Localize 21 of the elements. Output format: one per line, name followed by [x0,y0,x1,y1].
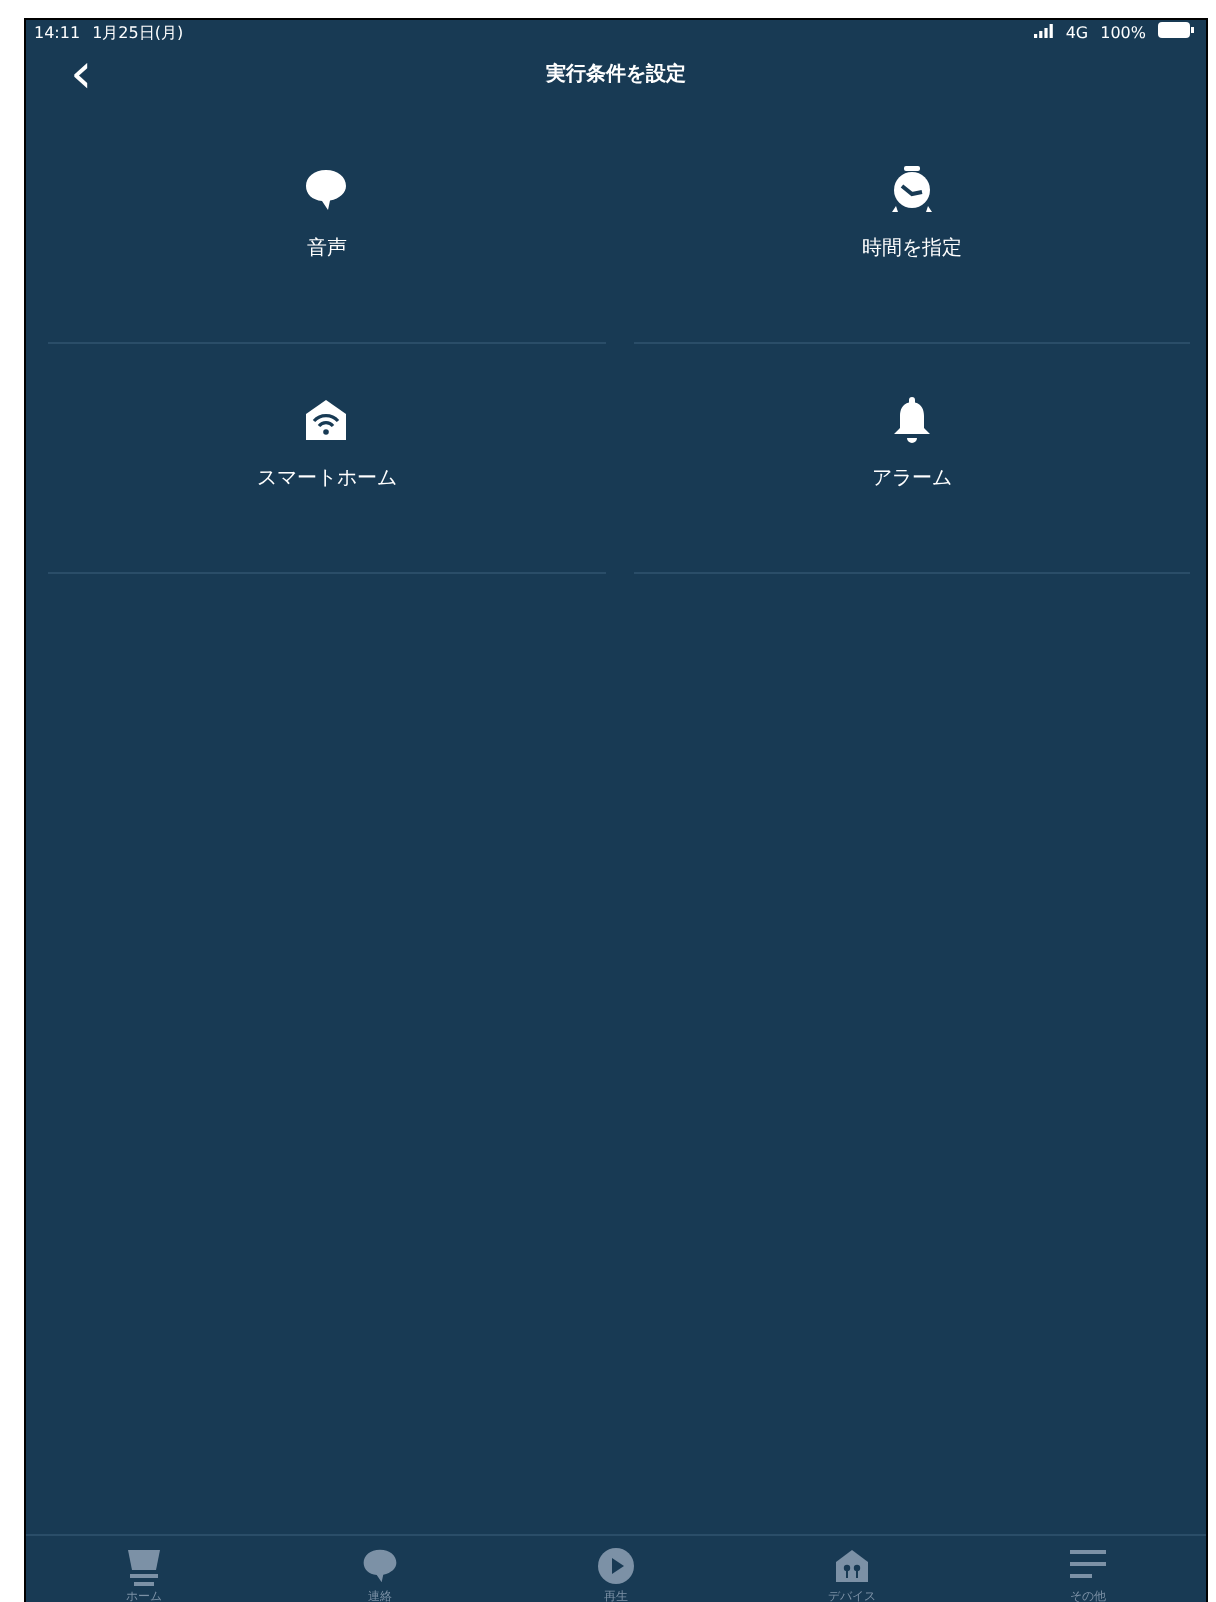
speech-bubble-icon [304,166,349,214]
trigger-option[interactable]: スマートホーム [48,344,605,574]
status-date: 1月25日(月) [92,21,184,43]
network-type: 4G [1065,23,1089,41]
signal-icon [1033,23,1054,37]
speaker-icon [126,1548,162,1588]
trigger-option[interactable]: 音声 [48,114,605,344]
alarm-clock-icon [889,166,934,214]
page-title: 実行条件を設定 [544,60,688,88]
battery-icon [1158,22,1194,38]
speech-bubble-icon [362,1548,398,1584]
trigger-option[interactable]: アラーム [633,344,1190,574]
trigger-option[interactable]: 時間を指定 [633,114,1190,344]
back-button[interactable]: ‹ [62,50,101,98]
play-icon [598,1548,634,1584]
status-time: 14:11 [34,23,81,41]
battery-percent: 100% [1100,23,1146,41]
wifi-house-icon [304,396,349,444]
bell-icon [891,396,932,444]
house-icon [834,1548,870,1584]
menu-icon [1070,1548,1106,1580]
